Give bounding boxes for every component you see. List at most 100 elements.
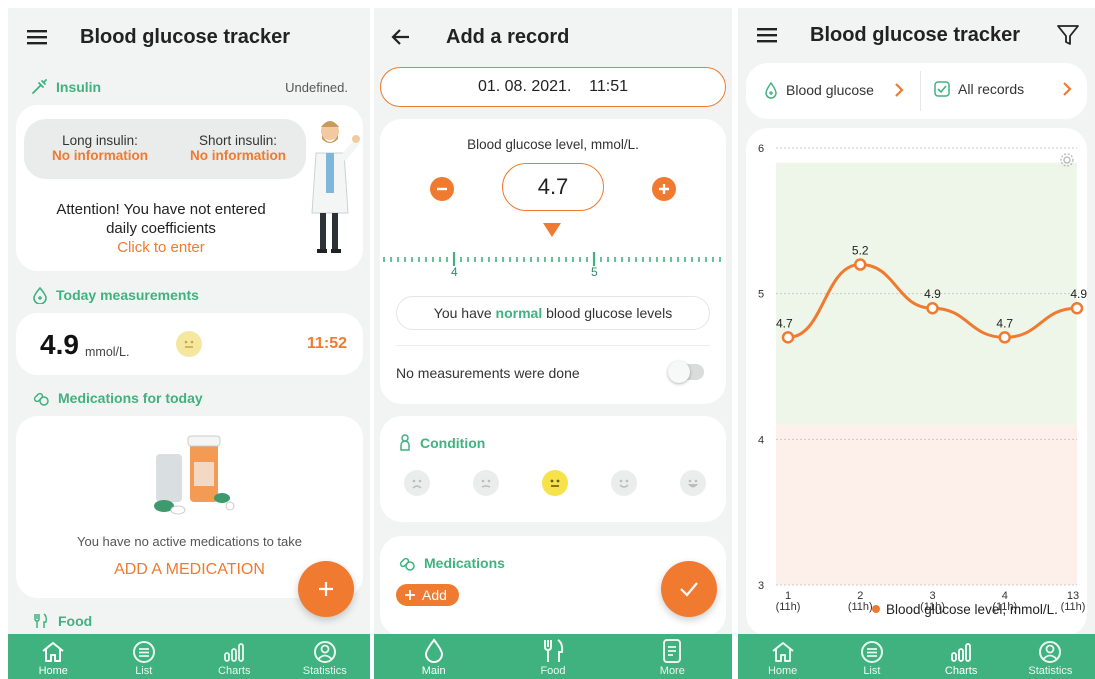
data-label: 5.2 [852, 244, 869, 258]
pointer-triangle-icon [543, 223, 561, 237]
nav-main-label: Main [421, 665, 446, 677]
ruler-label-4: 4 [451, 265, 458, 279]
filter-bar: Blood glucose All records [746, 63, 1087, 119]
nav-charts[interactable]: Charts [194, 640, 274, 677]
data-label: 4.9 [1070, 287, 1087, 301]
glucose-line-chart[interactable]: 65434.75.24.94.74.91 (11h)2 (11h)3 (11h)4 (1… [746, 128, 1087, 636]
drop-icon [765, 81, 777, 99]
page-title: Add a record [446, 25, 570, 48]
data-label: 4.9 [924, 287, 941, 301]
decrease-button[interactable] [430, 177, 454, 201]
add-label: Add [422, 587, 447, 603]
add-medication-button[interactable]: Add [396, 584, 459, 606]
medications-empty-text: You have no active medications to take [77, 534, 302, 549]
plus-icon [405, 590, 415, 600]
charts-screen: Blood glucose tracker Blood glucose All … [738, 8, 1095, 679]
back-arrow-icon[interactable] [388, 24, 414, 50]
glucose-level-card: Blood glucose level, mmol/L. 4.7 4 5 You… [380, 119, 726, 404]
very-good-face-icon[interactable] [680, 470, 706, 496]
more-icon [663, 639, 682, 663]
insulin-card[interactable]: Long insulin: No information Short insul… [16, 105, 363, 271]
period-selector-label: All records [958, 81, 1025, 97]
good-face-icon[interactable] [611, 470, 637, 496]
nav-charts[interactable]: Charts [921, 640, 1001, 677]
today-measurement-card[interactable]: 4.9 mmol/L. 11:52 [16, 313, 363, 375]
today-label: Today measurements [56, 287, 199, 303]
nav-home[interactable]: Home [13, 640, 93, 677]
long-insulin-label: Long insulin: [62, 133, 138, 148]
bottom-nav: Home List Charts Statistics [738, 634, 1095, 679]
no-measurements-label: No measurements were done [396, 365, 580, 381]
neutral-face-icon[interactable] [542, 470, 568, 496]
nav-food[interactable]: Food [513, 638, 593, 677]
nav-statistics[interactable]: Statistics [285, 640, 365, 677]
nav-list[interactable]: List [104, 640, 184, 677]
medications-label: Medications [424, 555, 505, 571]
today-time: 11:52 [306, 335, 347, 352]
glucose-value-input[interactable]: 4.7 [502, 163, 604, 211]
nav-food-label: Food [540, 665, 566, 677]
click-to-enter-link[interactable]: Click to enter [16, 238, 306, 257]
home-icon [772, 642, 794, 662]
period-selector[interactable]: All records [934, 81, 1072, 97]
doctor-illustration [311, 121, 360, 253]
menu-icon[interactable] [24, 24, 50, 50]
data-point[interactable] [781, 331, 795, 344]
page-title: Blood glucose tracker [810, 23, 1021, 46]
checkbox-icon [934, 81, 950, 97]
save-fab-button[interactable] [661, 561, 717, 617]
charts-icon [224, 643, 245, 662]
home-icon [42, 642, 64, 662]
increase-button[interactable] [652, 177, 676, 201]
low-range-band [776, 424, 1077, 585]
metric-selector[interactable]: Blood glucose [764, 81, 904, 99]
check-icon [680, 582, 698, 597]
data-point[interactable] [854, 258, 867, 271]
menu-icon[interactable] [754, 22, 780, 48]
charts-icon [951, 643, 972, 662]
today-unit: mmol/L. [85, 345, 130, 359]
food-section-label: Food [32, 612, 92, 630]
metric-selector-label: Blood glucose [786, 82, 874, 98]
food-label: Food [58, 613, 93, 629]
no-measurements-toggle[interactable] [668, 361, 704, 383]
data-point[interactable] [926, 301, 939, 315]
nav-list[interactable]: List [832, 640, 912, 677]
nav-list-label: List [135, 665, 153, 677]
condition-faces [404, 470, 706, 496]
nav-home-label: Home [38, 665, 68, 677]
plus-icon [319, 582, 333, 596]
bad-face-icon[interactable] [473, 470, 499, 496]
medications-label: Medications for today [58, 390, 203, 406]
settings-icon[interactable] [1059, 152, 1075, 168]
ruler-label-5: 5 [591, 265, 598, 279]
value-ruler[interactable] [380, 246, 726, 280]
medications-section-label: Medications [398, 554, 505, 572]
drop-icon [424, 638, 443, 663]
medications-section-label: Medications for today [32, 389, 203, 407]
minus-icon [437, 187, 447, 191]
nav-list-label: List [863, 665, 881, 677]
very-bad-face-icon[interactable] [404, 470, 430, 496]
filter-icon[interactable] [1055, 22, 1081, 48]
y-tick-label: 3 [758, 580, 764, 592]
nav-charts-label: Charts [944, 665, 978, 677]
data-point[interactable] [998, 331, 1011, 344]
status-highlight: normal [495, 305, 543, 321]
nav-more[interactable]: More [632, 638, 712, 677]
long-insulin-value: No information [52, 148, 148, 163]
y-tick-label: 5 [758, 289, 764, 301]
nav-statistics[interactable]: Statistics [1010, 640, 1090, 677]
nav-main[interactable]: Main [394, 638, 474, 677]
chevron-right-icon [895, 83, 904, 97]
datetime-picker[interactable]: 01. 08. 2021. 11:51 [380, 67, 726, 107]
list-icon [132, 641, 155, 663]
data-point[interactable] [1070, 301, 1084, 315]
add-record-screen: Add a record 01. 08. 2021. 11:51 Blood g… [374, 8, 732, 679]
nav-charts-label: Charts [218, 665, 251, 677]
pills-icon [33, 392, 49, 406]
insulin-section-label: Insulin [30, 78, 101, 96]
toggle-knob [668, 361, 690, 383]
nav-home[interactable]: Home [743, 640, 823, 677]
add-fab-button[interactable] [298, 561, 354, 617]
